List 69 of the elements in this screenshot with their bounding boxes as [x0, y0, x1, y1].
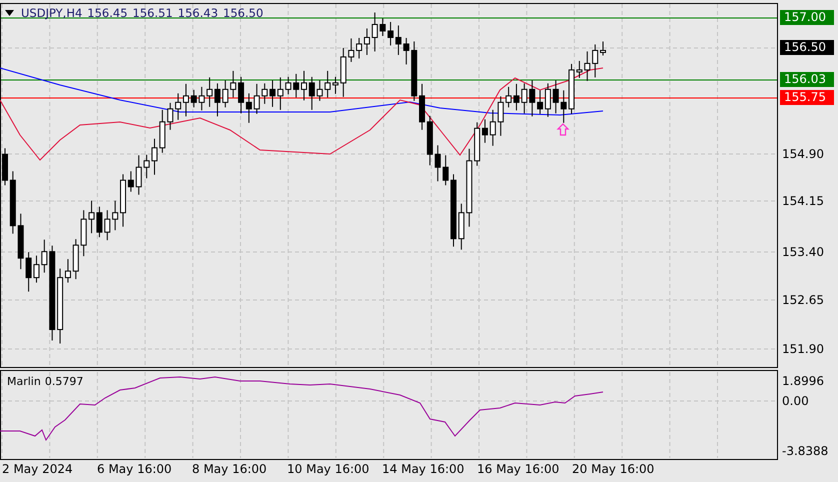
time-tick-label: 2 May 2024: [2, 462, 74, 476]
candlestick: [592, 44, 598, 78]
time-tick-label: 6 May 16:00: [97, 462, 173, 476]
candlestick: [144, 154, 150, 179]
candlestick: [10, 170, 16, 234]
candlestick: [403, 37, 410, 65]
candlestick: [411, 40, 418, 102]
time-tick-label: 14 May 16:00: [382, 462, 466, 476]
indicator-tick-label: 0.00: [782, 393, 809, 409]
candlestick: [72, 238, 79, 280]
candlestick: [340, 47, 346, 98]
price-tick-label: 153.40: [782, 244, 824, 260]
symbol-label: USDJPY,H4: [21, 6, 82, 20]
candlestick: [584, 50, 590, 82]
caret-icon[interactable]: [5, 10, 14, 16]
time-tick-label: 10 May 16:00: [287, 462, 370, 476]
price-level-label: 157.00: [780, 10, 834, 25]
price-tick-label: 154.90: [782, 146, 824, 162]
time-tick-label: 8 May 16:00: [192, 462, 268, 476]
price-level-label: 155.75: [780, 90, 834, 105]
candlestick: [529, 80, 536, 117]
candlestick: [316, 80, 323, 102]
candlestick: [600, 40, 606, 56]
candlestick: [104, 210, 110, 241]
time-tick-label: 16 May 16:00: [477, 462, 560, 476]
candlestick: [552, 80, 559, 114]
candlestick: [498, 96, 504, 136]
indicator-tick-label: 1.8996: [782, 373, 824, 389]
current-price-label: 156.50: [780, 40, 834, 55]
candlestick: [222, 80, 228, 108]
low-price: 156.43: [178, 6, 218, 20]
indicator-value: 0.5797: [44, 375, 84, 388]
candlestick: [301, 70, 307, 101]
candlestick: [18, 213, 24, 270]
candlestick: [308, 76, 315, 110]
candlestick: [293, 73, 300, 98]
candlestick: [198, 86, 205, 111]
price-tick-label: 154.15: [782, 193, 824, 209]
candlestick: [254, 83, 260, 114]
high-price: 156.51: [132, 6, 173, 20]
candlestick: [80, 210, 87, 257]
close-price: 156.50: [223, 6, 264, 20]
candlestick: [167, 102, 174, 130]
indicator-tick-label: -3.8388: [782, 443, 828, 459]
candlestick: [560, 90, 567, 124]
candlestick: [521, 82, 528, 114]
candlestick: [372, 12, 378, 52]
candlestick: [41, 239, 48, 274]
price-tick-label: 151.90: [782, 341, 824, 357]
candlestick: [159, 109, 166, 154]
price-tick-label: 152.65: [782, 292, 824, 308]
price-level-label: 156.03: [780, 72, 834, 87]
candlestick: [380, 18, 386, 36]
candlestick: [285, 76, 292, 95]
candlestick: [490, 109, 496, 146]
candlestick: [230, 70, 236, 98]
time-tick-label: 20 May 16:00: [572, 462, 656, 476]
candlestick: [190, 89, 197, 108]
candlestick: [434, 144, 441, 182]
candlestick: [442, 154, 449, 186]
indicator-name: Marlin: [7, 375, 41, 388]
candlestick: [112, 200, 118, 231]
open-price: 156.45: [87, 6, 128, 20]
candlestick: [152, 138, 158, 176]
candlestick: [348, 38, 354, 62]
candlestick: [458, 203, 464, 250]
up-arrow-icon: [556, 123, 570, 136]
candlestick: [136, 154, 142, 196]
candlestick: [262, 82, 268, 104]
